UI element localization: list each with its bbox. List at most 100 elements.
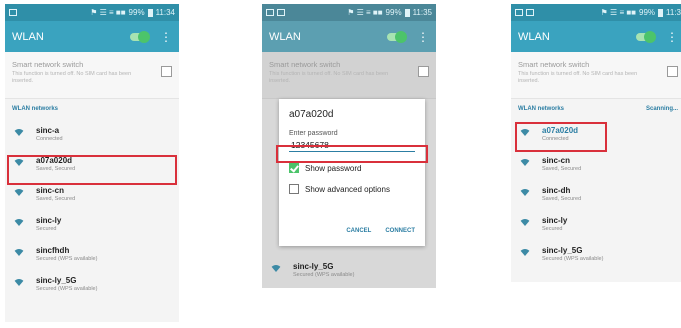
smart-switch-checkbox[interactable]	[161, 66, 172, 77]
wlan-toggle[interactable]	[636, 30, 656, 43]
network-item[interactable]: sinc-ly_5G Secured (WPS available)	[262, 255, 436, 285]
app-bar: WLAN ⋮	[5, 21, 179, 52]
notification-icon	[526, 9, 534, 16]
smart-switch-checkbox[interactable]	[667, 66, 678, 77]
show-advanced-row[interactable]: Show advanced options	[289, 184, 415, 194]
network-item[interactable]: sinc-ly_5G Secured (WPS available)	[511, 239, 681, 269]
network-item[interactable]: sinc-dh Saved, Secured	[511, 179, 681, 209]
notification-icon	[515, 9, 523, 16]
network-name: sinc-dh	[542, 186, 571, 195]
phone-screen-3: ⚑ ☰ ≡ ■■ 99% 11:3 WLAN ⋮ Smart network s…	[511, 4, 681, 282]
battery-icon	[147, 8, 153, 17]
cancel-button[interactable]: CANCEL	[346, 228, 371, 234]
phone-screen-1: ⚑ ☰ ≡ ■■ 99% 11:34 WLAN ⋮ Smart network …	[5, 4, 179, 322]
wifi-icon	[518, 159, 532, 169]
wifi-icon	[269, 265, 283, 275]
smart-switch-description: This function is turned off. No SIM card…	[269, 71, 389, 84]
network-item[interactable]: sincfhdh Secured (WPS available)	[5, 239, 179, 269]
more-options-icon[interactable]: ⋮	[160, 31, 172, 43]
network-item[interactable]: sinc-ly_5G Secured (WPS available)	[5, 269, 179, 299]
network-name: sinc-ly_5G	[36, 276, 77, 285]
password-dialog: a07a020d Enter password 12345678 Show pa…	[279, 99, 425, 246]
network-item[interactable]: sinc-ly Secured	[511, 209, 681, 239]
show-password-checkbox[interactable]	[289, 163, 299, 173]
more-options-icon[interactable]: ⋮	[417, 31, 429, 43]
network-status: Secured (WPS available)	[293, 272, 355, 278]
smart-switch-title: Smart network switch	[518, 60, 590, 69]
highlight-box	[7, 155, 177, 185]
network-name: sinc-ly	[542, 216, 568, 225]
status-bar: ⚑ ☰ ≡ ■■ 99% 11:3	[511, 4, 681, 21]
battery-percent: 99%	[639, 8, 656, 17]
notification-icon	[9, 9, 17, 16]
network-name: sinc-ly_5G	[542, 246, 583, 255]
status-bar: ⚑ ☰ ≡ ■■ 99% 11:34	[5, 4, 179, 21]
smart-network-switch[interactable]: Smart network switch This function is tu…	[262, 52, 436, 99]
wifi-icon	[12, 219, 26, 229]
page-title: WLAN	[269, 30, 301, 43]
status-time: 11:34	[155, 8, 175, 17]
wifi-icon	[12, 129, 26, 139]
wlan-toggle[interactable]	[130, 30, 150, 43]
highlight-box	[276, 145, 428, 163]
status-time: 11:3	[666, 8, 681, 17]
status-icons: ⚑ ☰ ≡ ■■	[90, 8, 126, 17]
section-header: WLAN networks	[5, 99, 179, 119]
wifi-icon	[518, 189, 532, 199]
network-status: Secured (WPS available)	[36, 286, 98, 292]
status-bar: ⚑ ☰ ≡ ■■ 99% 11:35	[262, 4, 436, 21]
battery-icon	[404, 8, 410, 17]
app-bar: WLAN ⋮	[511, 21, 681, 52]
phone-screen-2: ⚑ ☰ ≡ ■■ 99% 11:35 WLAN ⋮ Smart network …	[262, 4, 436, 288]
network-status: Connected	[36, 136, 63, 142]
wifi-icon	[518, 219, 532, 229]
smart-switch-description: This function is turned off. No SIM card…	[12, 71, 132, 84]
more-options-icon[interactable]: ⋮	[666, 31, 678, 43]
show-advanced-checkbox[interactable]	[289, 184, 299, 194]
section-header: WLAN networks Scanning...	[511, 99, 681, 119]
show-password-label: Show password	[305, 163, 362, 173]
battery-percent: 99%	[385, 8, 402, 17]
network-status: Secured (WPS available)	[36, 256, 98, 262]
toggle-knob	[395, 30, 407, 43]
network-status: Secured (WPS available)	[542, 256, 604, 262]
battery-icon	[658, 8, 664, 17]
smart-switch-title: Smart network switch	[269, 60, 341, 69]
smart-network-switch[interactable]: Smart network switch This function is tu…	[511, 52, 681, 99]
show-password-row[interactable]: Show password	[289, 163, 415, 173]
network-item[interactable]: sinc-ly Secured	[5, 209, 179, 239]
network-name: sinc-cn	[36, 186, 65, 195]
network-status: Secured	[542, 226, 563, 232]
wlan-toggle[interactable]	[387, 30, 407, 43]
page-title: WLAN	[12, 30, 44, 43]
highlight-box	[515, 122, 607, 152]
network-status: Secured	[36, 226, 57, 232]
password-label: Enter password	[289, 130, 338, 137]
notification-icon	[277, 9, 285, 16]
wifi-icon	[12, 189, 26, 199]
network-status: Saved, Secured	[542, 166, 582, 172]
dialog-title: a07a020d	[289, 109, 334, 120]
network-name: sinc-a	[36, 126, 60, 135]
smart-switch-title: Smart network switch	[12, 60, 84, 69]
network-status: Saved, Secured	[36, 196, 76, 202]
status-icons: ⚑ ☰ ≡ ■■	[600, 8, 636, 17]
network-status: Saved, Secured	[542, 196, 582, 202]
smart-switch-checkbox[interactable]	[418, 66, 429, 77]
status-icons: ⚑ ☰ ≡ ■■	[347, 8, 383, 17]
connect-button[interactable]: CONNECT	[385, 228, 415, 234]
wifi-icon	[12, 249, 26, 259]
app-bar: WLAN ⋮	[262, 21, 436, 52]
network-name: sinc-ly_5G	[293, 262, 334, 271]
section-title: WLAN networks	[518, 106, 565, 112]
section-title: WLAN networks	[12, 106, 59, 112]
network-item[interactable]: sinc-cn Saved, Secured	[511, 149, 681, 179]
notification-icon	[266, 9, 274, 16]
smart-network-switch[interactable]: Smart network switch This function is tu…	[5, 52, 179, 99]
network-item[interactable]: sinc-a Connected	[5, 119, 179, 149]
scanning-indicator: Scanning...	[645, 106, 678, 112]
network-name: sinc-cn	[542, 156, 571, 165]
toggle-knob	[138, 30, 150, 43]
wifi-icon	[12, 279, 26, 289]
network-name: sincfhdh	[36, 246, 70, 255]
